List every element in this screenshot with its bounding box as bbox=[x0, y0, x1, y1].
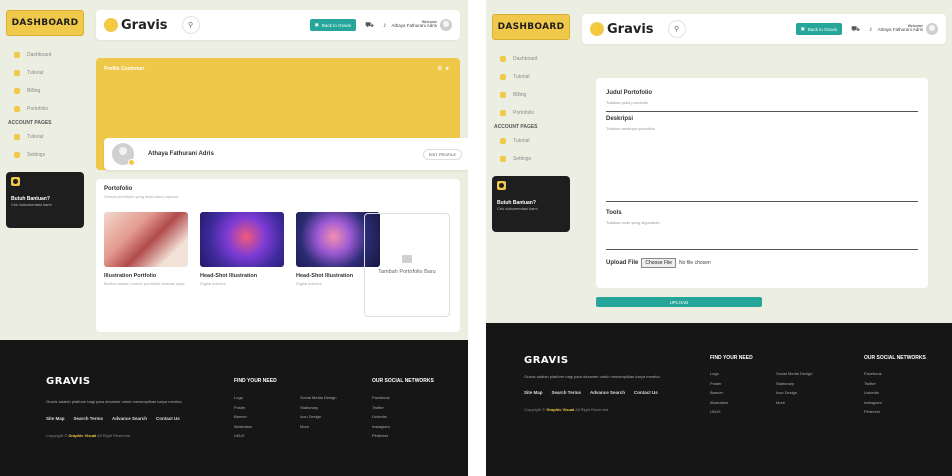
copyright: Copyright © Graphic Visual All Right Res… bbox=[46, 433, 131, 438]
tools-textarea[interactable]: Tuliskan tools yang digunakan bbox=[606, 220, 918, 250]
sidebar-item-portofolio[interactable]: Portofolio bbox=[492, 104, 570, 122]
user-icon[interactable]: ● bbox=[445, 66, 452, 72]
upload-screen: DASHBOARD Dashboard Tutorial Billing Por… bbox=[486, 0, 952, 476]
book-icon bbox=[14, 70, 20, 76]
sidebar-item-portofolio[interactable]: Portofolio bbox=[6, 100, 84, 118]
footer-link-advance-search[interactable]: Advance Search bbox=[112, 416, 147, 421]
store-icon: ▣ bbox=[314, 22, 319, 27]
verified-badge-icon bbox=[128, 159, 135, 166]
banner-icons[interactable]: ⚙● bbox=[437, 65, 452, 72]
back-to-gravis-button[interactable]: ▣ Back to Gravis bbox=[309, 19, 357, 31]
home-icon bbox=[500, 56, 506, 62]
folder-icon bbox=[500, 110, 506, 116]
lightning-icon: ⚡ bbox=[104, 18, 118, 32]
brand[interactable]: ⚡ Gravis bbox=[590, 22, 654, 37]
gear-icon bbox=[500, 156, 506, 162]
sidebar: DASHBOARD Dashboard Tutorial Billing Por… bbox=[492, 14, 570, 232]
footer-link-sitemap[interactable]: Site Map bbox=[46, 416, 65, 421]
footer-link-sitemap[interactable]: Site Map bbox=[524, 390, 543, 395]
sidebar-item-account-tutorial[interactable]: Tutorial bbox=[492, 132, 570, 150]
card-icon bbox=[14, 88, 20, 94]
store-icon: ▣ bbox=[800, 26, 805, 31]
sidebar: DASHBOARD Dashboard Tutorial Billing Por… bbox=[6, 10, 84, 228]
sidebar-nav: Dashboard Tutorial Billing Portofolio AC… bbox=[492, 50, 570, 168]
help-icon bbox=[11, 177, 20, 186]
lightning-icon: ⚡ bbox=[590, 22, 604, 36]
cart-icon[interactable]: ⛟ bbox=[365, 21, 374, 30]
title-label: Judul Portofolio bbox=[606, 90, 652, 96]
sidebar-item-account-tutorial[interactable]: Tutorial bbox=[6, 128, 84, 146]
choose-file-button[interactable]: Choose File bbox=[641, 258, 677, 268]
cart-icon[interactable]: ⛟ bbox=[851, 25, 860, 34]
search-icon[interactable]: ⚲ bbox=[667, 20, 686, 38]
help-icon bbox=[497, 181, 506, 190]
footer-link-contact[interactable]: Contact Us bbox=[156, 416, 180, 421]
sidebar-section-label: ACCOUNT PAGES bbox=[494, 124, 538, 130]
brand[interactable]: ⚡ Gravis bbox=[104, 18, 168, 33]
card-icon bbox=[500, 92, 506, 98]
user-icon bbox=[500, 138, 506, 144]
sidebar-item-settings[interactable]: Settings bbox=[492, 150, 570, 168]
dashboard-logo[interactable]: DASHBOARD bbox=[492, 14, 570, 40]
help-card[interactable]: Butuh Bantuan? Cek dokumentasi kami bbox=[6, 172, 84, 228]
portfolio-thumbnail bbox=[104, 212, 188, 267]
search-icon[interactable]: ⚲ bbox=[181, 16, 200, 34]
portfolio-thumbnail bbox=[200, 212, 284, 267]
upload-button[interactable]: UPLOAD bbox=[596, 297, 762, 307]
footer-link-search-terms[interactable]: Search Terms bbox=[552, 390, 581, 395]
sidebar-item-tutorial[interactable]: Tutorial bbox=[492, 68, 570, 86]
copyright: Copyright © Graphic Visual All Right Res… bbox=[524, 407, 609, 412]
sidebar-item-billing[interactable]: Billing bbox=[492, 86, 570, 104]
footer-link-contact[interactable]: Contact Us bbox=[634, 390, 658, 395]
sidebar-item-billing[interactable]: Billing bbox=[6, 82, 84, 100]
sidebar-item-dashboard[interactable]: Dashboard bbox=[6, 46, 84, 64]
upload-form: Judul Portofolio Tuliskan judul portofol… bbox=[596, 78, 928, 288]
gear-icon bbox=[14, 152, 20, 158]
description-label: Deskripsi bbox=[606, 116, 634, 122]
top-bar: ⚡ Gravis ⚲ ▣ Back to Gravis ⛟ ♪ Welcome A… bbox=[96, 10, 460, 40]
profile-avatar bbox=[112, 143, 135, 166]
avatar bbox=[440, 19, 452, 31]
sidebar-item-settings[interactable]: Settings bbox=[6, 146, 84, 164]
top-bar: ⚡ Gravis ⚲ ▣ Back to Gravis ⛟ ♪ Welcome A… bbox=[582, 14, 946, 44]
user-menu[interactable]: Welcome Athaya Fathurani Adris bbox=[391, 19, 452, 31]
profile-screen: DASHBOARD Dashboard Tutorial Billing Por… bbox=[0, 0, 468, 476]
edit-profile-button[interactable]: EDIT PROFILE bbox=[422, 148, 462, 160]
description-textarea[interactable]: Tuliskan deskripsi portofolio bbox=[606, 126, 918, 202]
add-portfolio-button[interactable]: Tambah Portofolio Baru bbox=[364, 213, 450, 317]
home-icon bbox=[14, 52, 20, 58]
file-upload: Upload File Choose File No file chosen bbox=[606, 258, 711, 268]
back-to-gravis-button[interactable]: ▣ Back to Gravis bbox=[795, 23, 843, 35]
bell-icon[interactable]: ♪ bbox=[383, 22, 387, 29]
folder-plus-icon bbox=[402, 255, 412, 263]
help-card[interactable]: Butuh Bantuan? Cek dokumentasi kami bbox=[492, 176, 570, 232]
sidebar-section-label: ACCOUNT PAGES bbox=[8, 120, 52, 126]
user-menu[interactable]: Welcome Athaya Fathurani Adris bbox=[877, 23, 938, 35]
user-icon bbox=[14, 134, 20, 140]
portfolio-card[interactable]: Illustration Portfolio Berikut adalah co… bbox=[104, 212, 188, 286]
sidebar-item-tutorial[interactable]: Tutorial bbox=[6, 64, 84, 82]
footer-link-search-terms[interactable]: Search Terms bbox=[74, 416, 103, 421]
avatar bbox=[926, 23, 938, 35]
book-icon bbox=[500, 74, 506, 80]
portfolio-section: Portofolio Semua portofolio yang telah k… bbox=[96, 179, 460, 332]
sidebar-item-dashboard[interactable]: Dashboard bbox=[492, 50, 570, 68]
footer: GRAVIS Gravis adalah platform bagi para … bbox=[486, 323, 952, 476]
bell-icon[interactable]: ♪ bbox=[869, 26, 873, 33]
dashboard-logo[interactable]: DASHBOARD bbox=[6, 10, 84, 36]
folder-icon bbox=[14, 106, 20, 112]
tools-label: Tools bbox=[606, 210, 622, 216]
footer-link-advance-search[interactable]: Advance Search bbox=[590, 390, 625, 395]
title-input[interactable]: Tuliskan judul portofolio bbox=[606, 100, 918, 112]
footer: GRAVIS Gravis adalah platform bagi para … bbox=[0, 340, 468, 476]
profile-card: Athaya Fathurani Adris EDIT PROFILE bbox=[104, 138, 468, 170]
sidebar-nav: Dashboard Tutorial Billing Portofolio AC… bbox=[6, 46, 84, 164]
portfolio-card[interactable]: Head-Shot Illustration Digital Artwork bbox=[200, 212, 284, 286]
